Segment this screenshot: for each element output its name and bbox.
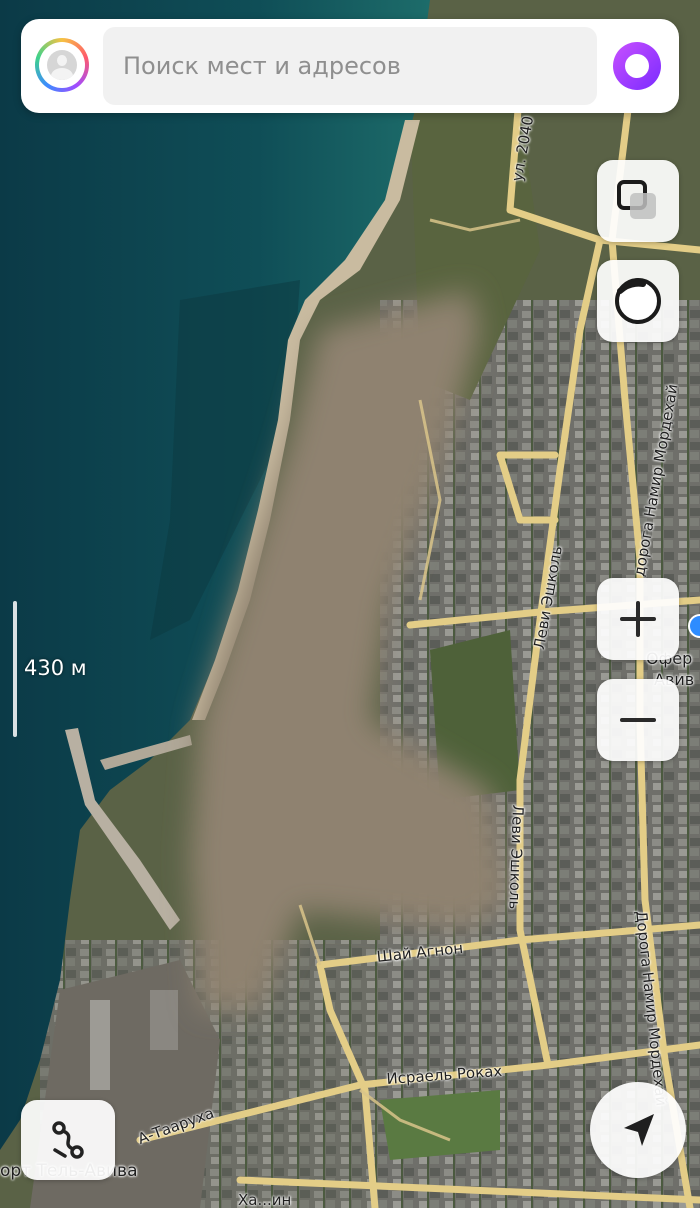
avatar-inner [39, 42, 85, 88]
satellite-map [0, 0, 700, 1208]
scale-label: 430 м [24, 656, 87, 680]
scale-bar [13, 601, 17, 737]
street-label-bottom: Ха...ин [238, 1191, 292, 1208]
alice-voice-icon[interactable] [613, 42, 661, 90]
plus-icon [620, 601, 656, 637]
avatar-silhouette [47, 50, 77, 80]
traffic-button[interactable] [597, 260, 679, 342]
navigation-arrow-icon [624, 1114, 654, 1146]
traffic-icon [615, 278, 661, 324]
route-button[interactable] [21, 1100, 115, 1180]
zoom-in-button[interactable] [597, 578, 679, 660]
layers-icon [617, 180, 656, 219]
map-view[interactable]: ул. 2040 Леви Эшколь Леви Эшколь дорога … [0, 0, 700, 1208]
zoom-out-button[interactable] [597, 679, 679, 761]
minus-icon [620, 718, 656, 722]
locate-me-button[interactable] [590, 1082, 686, 1178]
street-label-levi-eshkol-2: Леви Эшколь [505, 804, 527, 910]
user-avatar-icon[interactable] [35, 38, 89, 92]
route-icon [52, 1121, 84, 1159]
search-bar [21, 19, 679, 113]
search-input[interactable] [103, 27, 597, 105]
layers-button[interactable] [597, 160, 679, 242]
